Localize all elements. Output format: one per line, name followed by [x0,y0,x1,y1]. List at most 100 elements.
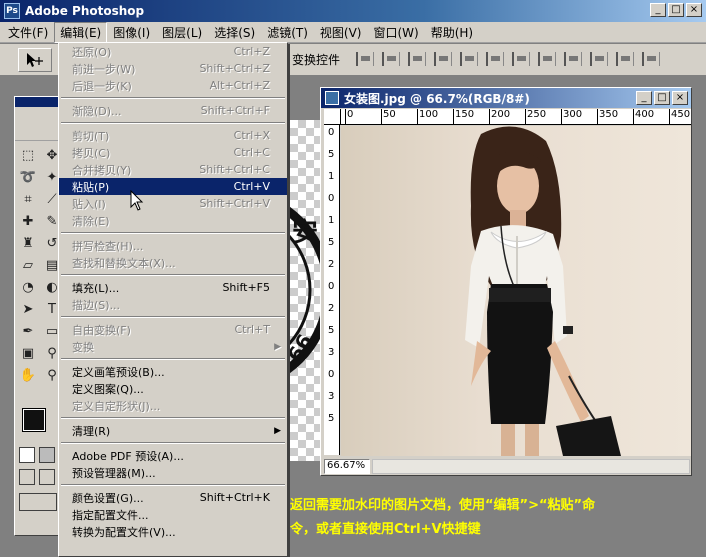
horizontal-ruler[interactable]: 0 50 100 150 200 250 300 350 400 450 [341,109,691,125]
standard-mode-button[interactable] [19,447,35,463]
doc-minimize-button[interactable]: _ [636,91,652,105]
align-vcenter-icon[interactable] [382,52,400,66]
menu-layer[interactable]: 图层(L) [156,22,208,43]
align-right-icon[interactable] [486,52,504,66]
feather-logo-icon [15,107,61,141]
screen-mode-full-button[interactable] [39,469,55,485]
edit-menu-item[interactable]: 定义图案(Q)... [59,380,287,397]
vertical-ruler[interactable]: 05101520253035 [324,125,340,455]
menu-item-label: 变换 [72,340,94,354]
edit-menu-item[interactable]: 填充(L)... Shift+F5 [59,279,287,296]
ruler-tick-label: 350 [599,109,619,120]
menu-item-label: 清除(E) [72,214,110,228]
distribute-hcenter-icon[interactable] [616,52,634,66]
distribute-bottom-icon[interactable] [564,52,582,66]
edit-menu-item: 自由变换(F) Ctrl+T [59,321,287,338]
jump-to-imageready-button[interactable] [19,493,57,511]
menu-separator [59,313,287,321]
eraser-tool-icon[interactable]: ▱ [17,255,39,275]
menu-item-shortcut: Alt+Ctrl+Z [209,79,270,92]
ruler-tick-label: 5 [328,325,335,336]
edit-menu-item[interactable]: 指定配置文件... [59,506,287,523]
blur-tool-icon[interactable]: ◔ [17,277,39,297]
edit-menu-item[interactable]: Adobe PDF 预设(A)... [59,447,287,464]
menu-item-shortcut: Shift+F5 [222,281,270,294]
ruler-tick-mark [669,109,670,124]
edit-menu-item: 查找和替换文本(X)... [59,254,287,271]
quick-mask-button[interactable] [39,447,55,463]
crop-tool-icon[interactable]: ⌗ [17,189,39,209]
edit-menu-item[interactable]: 定义画笔预设(B)... [59,363,287,380]
ruler-tick-label: 2 [328,303,335,314]
edit-menu-item[interactable]: 颜色设置(G)... Shift+Ctrl+K [59,489,287,506]
transform-controls-label[interactable]: 变换控件 [292,51,340,68]
menu-item-label: 转换为配置文件(V)... [72,525,176,539]
lasso-tool-icon[interactable]: ➰ [17,167,39,187]
edit-menu-item[interactable]: 清理(R) ▶ [59,422,287,439]
minimize-button[interactable]: _ [650,3,666,17]
menu-separator [59,94,287,102]
horizontal-scrollbar[interactable] [372,459,690,474]
stamp-char: 安 [292,218,319,248]
ruler-origin[interactable] [324,109,341,125]
edit-menu-item[interactable]: 粘贴(P) Ctrl+V [59,178,287,195]
edit-menu-item: 渐隐(D)... Shift+Ctrl+F [59,102,287,119]
edit-menu-item: 定义自定形状(J)... [59,397,287,414]
menu-item-label: 预设管理器(M)... [72,466,156,480]
align-hcenter-icon[interactable] [460,52,478,66]
marquee-tool-icon[interactable]: ⬚ [17,145,39,165]
menu-separator [59,119,287,127]
ruler-tick-label: 200 [491,109,511,120]
distribute-vcenter-icon[interactable] [538,52,556,66]
distribute-right-icon[interactable] [642,52,660,66]
align-bottom-icon[interactable] [408,52,426,66]
stamp-document-canvas: 安 66 [290,120,322,461]
edit-menu-item: 前进一步(W) Shift+Ctrl+Z [59,60,287,77]
menu-image[interactable]: 图像(I) [107,22,156,43]
edit-menu-item[interactable]: 预设管理器(M)... [59,464,287,481]
ruler-tick-mark [597,109,598,124]
document-status-bar: 66.67% [324,459,690,474]
screen-mode-standard-button[interactable] [19,469,35,485]
maximize-button[interactable]: □ [668,3,684,17]
menu-item-label: 清理(R) [72,424,111,438]
distribute-top-icon[interactable] [512,52,530,66]
menu-filter[interactable]: 滤镜(T) [261,22,314,43]
edit-menu-item: 拷贝(C) Ctrl+C [59,144,287,161]
doc-close-button[interactable]: × [672,91,688,105]
document-title-bar[interactable]: 女装图.jpg @ 66.7%(RGB/8#) _ □ × [321,88,691,108]
path-selection-tool-icon[interactable]: ➤ [17,299,39,319]
edit-menu-dropdown: 还原(O) Ctrl+Z 前进一步(W) Shift+Ctrl+Z 后退一步(K) Alt… [58,42,288,557]
hand-tool-icon[interactable]: ✋ [17,365,39,385]
menu-select[interactable]: 选择(S) [208,22,261,43]
menu-help[interactable]: 帮助(H) [425,22,479,43]
menu-edit[interactable]: 编辑(E) [54,21,108,43]
clone-stamp-tool-icon[interactable]: ♜ [17,233,39,253]
distribute-left-icon[interactable] [590,52,608,66]
close-button[interactable]: × [686,3,702,17]
document-photo[interactable] [341,126,691,456]
foreground-color-swatch[interactable] [22,408,46,432]
ruler-tick-label: 300 [563,109,583,120]
edit-menu-item: 贴入(I) Shift+Ctrl+V [59,195,287,212]
doc-maximize-button[interactable]: □ [654,91,670,105]
healing-brush-tool-icon[interactable]: ✚ [17,211,39,231]
edit-menu-item[interactable]: 转换为配置文件(V)... [59,523,287,540]
menu-item-shortcut: Ctrl+T [234,323,270,336]
notes-tool-icon[interactable]: ▣ [17,343,39,363]
ruler-tick-label: 0 [328,369,335,380]
menu-separator [59,229,287,237]
menu-window[interactable]: 窗口(W) [367,22,424,43]
menu-item-label: Adobe PDF 预设(A)... [72,449,184,463]
menu-file[interactable]: 文件(F) [2,22,54,43]
align-top-icon[interactable] [356,52,374,66]
menu-view[interactable]: 视图(V) [314,22,368,43]
menu-item-shortcut: Ctrl+C [233,146,270,159]
zoom-level-field[interactable]: 66.67% [324,459,370,474]
toolbox-title-bar[interactable] [15,97,61,107]
pen-tool-icon[interactable]: ✒ [17,321,39,341]
submenu-arrow-icon: ▶ [274,341,281,352]
align-left-icon[interactable] [434,52,452,66]
move-tool-preset-button[interactable] [18,48,52,72]
ruler-tick-label: 100 [419,109,439,120]
